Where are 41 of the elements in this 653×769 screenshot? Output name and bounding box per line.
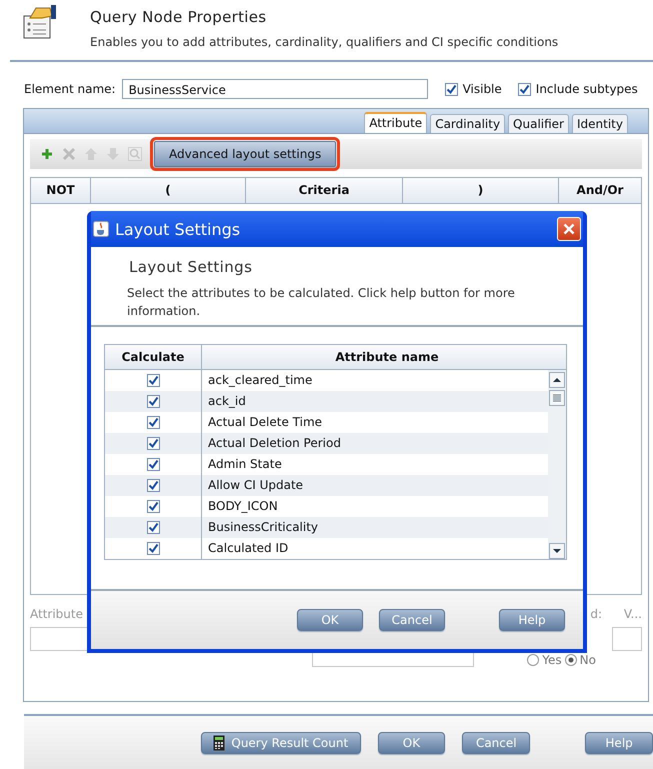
checkbox-label: Include subtypes (536, 82, 638, 96)
tab[interactable]: Qualifier (508, 114, 569, 133)
dialog-description: Select the attributes to be calculated. Click help button for more information. (127, 285, 516, 320)
tab[interactable]: Cardinality (430, 114, 506, 133)
window-title: Layout Settings (115, 220, 242, 238)
footer-button[interactable]: Cancel (462, 732, 530, 754)
column-header: Attribute name (334, 349, 440, 366)
dialog-heading: Layout Settings (129, 258, 254, 276)
column-header: Criteria (246, 178, 403, 203)
tab[interactable]: Attribute (364, 112, 428, 133)
checkbox-label: Visible (462, 82, 502, 96)
column-header: Calculate (105, 345, 202, 369)
column-header: ( (91, 178, 246, 203)
table-cell-text: BusinessCriticality (207, 519, 320, 536)
column-header: ) (403, 178, 559, 203)
tab[interactable]: Identity (572, 114, 628, 133)
column-header: NOT (31, 178, 91, 203)
radio-label: No (580, 653, 596, 667)
table-cell-text: Actual Deletion Period (207, 435, 342, 452)
table-cell-text: ack_cleared_time (207, 372, 314, 389)
dialog-button[interactable]: OK (297, 609, 363, 631)
field-label: Attribute (30, 607, 84, 621)
radio-label: Yes (542, 653, 562, 667)
dialog-subtitle: Enables you to add attributes, cardinality, qualifiers and CI specific conditions (90, 35, 558, 49)
table-cell-text: ack_id (207, 393, 247, 410)
field-label: d: (590, 607, 602, 621)
footer-button[interactable]: Help (585, 732, 653, 754)
footer-button[interactable]: Query Result Count (201, 732, 361, 754)
table-cell-text: Actual Delete Time (207, 414, 324, 431)
table-cell-text: Admin State (207, 456, 283, 473)
dialog-button[interactable]: Cancel (379, 609, 445, 631)
element-name-field[interactable]: BusinessService (122, 79, 428, 99)
table-cell-text: BODY_ICON (207, 498, 279, 515)
dialog-button[interactable]: Help (499, 609, 565, 631)
dialog-title: Query Node Properties (90, 8, 268, 26)
field-label: Element name: (24, 82, 116, 96)
table-cell-text: Calculated ID (207, 540, 290, 557)
field-label: V... (624, 607, 642, 621)
table-cell-text: Allow CI Update (207, 477, 304, 494)
column-header: And/Or (576, 182, 624, 199)
footer-button[interactable]: OK (378, 732, 446, 754)
